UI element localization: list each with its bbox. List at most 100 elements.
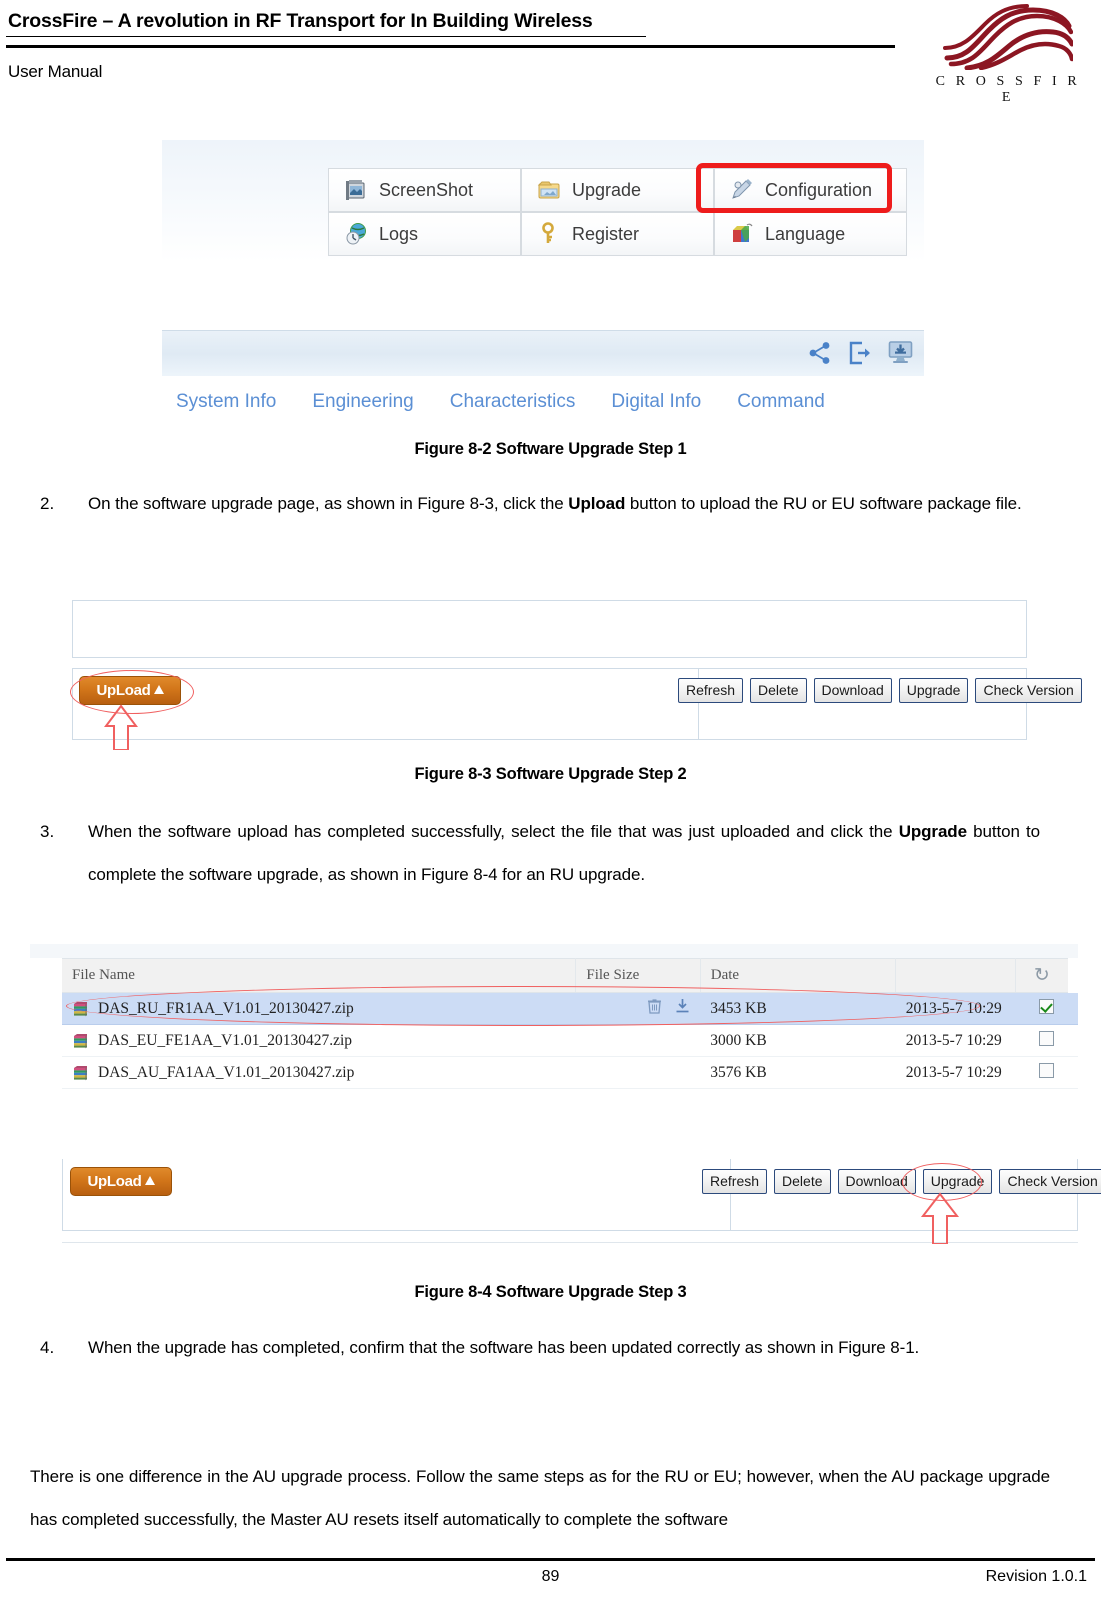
step-3-bold-word: Upgrade bbox=[898, 822, 967, 841]
download-button[interactable]: Download bbox=[813, 678, 892, 703]
header-rule bbox=[6, 45, 895, 48]
menu-button-label: Configuration bbox=[765, 179, 873, 200]
delete-button[interactable]: Delete bbox=[774, 1169, 831, 1194]
table-row[interactable]: DAS_AU_FA1AA_V1.01_20130427.zip 3576 KB … bbox=[62, 1056, 1078, 1089]
check-version-button[interactable]: Check Version bbox=[999, 1169, 1101, 1194]
upload-button[interactable]: UpLoad bbox=[79, 676, 181, 705]
row-checkbox-cell bbox=[1015, 1056, 1068, 1089]
row-spacer-cell bbox=[1068, 1056, 1078, 1089]
figure-8-4-panel: File Name File Size Date ↻ DAS_RU_FR1AA_… bbox=[30, 944, 1101, 1264]
step-2-paragraph: On the software upgrade page, as shown i… bbox=[88, 482, 1040, 525]
menu-button-configuration[interactable]: Configuration bbox=[714, 168, 907, 212]
file-name-text: DAS_AU_FA1AA_V1.01_20130427.zip bbox=[98, 1063, 355, 1081]
step-2-bold-word: Upload bbox=[568, 494, 626, 513]
column-header-select bbox=[895, 958, 1016, 993]
menu-button-label: Upgrade bbox=[572, 179, 642, 200]
row-checkbox-cell bbox=[1015, 992, 1068, 1025]
row-spacer-cell bbox=[1068, 992, 1078, 1025]
table-row[interactable]: DAS_RU_FR1AA_V1.01_20130427.zip 3453 KB … bbox=[62, 992, 1078, 1025]
configuration-pencil-icon bbox=[729, 177, 755, 203]
row-select-checkbox[interactable] bbox=[1039, 998, 1055, 1014]
tab-system-info[interactable]: System Info bbox=[176, 391, 276, 413]
page-number: 89 bbox=[541, 1568, 560, 1585]
logo-wordmark: C R O S S F I R E bbox=[935, 74, 1081, 105]
document-title: CrossFire – A revolution in RF Transport… bbox=[8, 10, 593, 32]
figure-8-2-nav-panel: System Info Engineering Characteristics … bbox=[162, 330, 924, 428]
upload-button[interactable]: UpLoad bbox=[70, 1167, 172, 1196]
row-actions-cell bbox=[575, 992, 701, 1025]
download-to-computer-icon[interactable] bbox=[887, 339, 914, 371]
tab-engineering[interactable]: Engineering bbox=[312, 391, 413, 413]
tab-command[interactable]: Command bbox=[737, 391, 825, 413]
menu-button-logs[interactable]: Logs bbox=[328, 212, 521, 256]
row-actions-cell bbox=[575, 1024, 701, 1057]
row-select-checkbox[interactable] bbox=[1039, 1062, 1055, 1078]
column-header-file-size: File Size bbox=[575, 958, 701, 993]
step-3-paragraph: When the software upload has completed s… bbox=[88, 810, 1040, 896]
file-name-cell: DAS_RU_FR1AA_V1.01_20130427.zip bbox=[62, 992, 576, 1025]
column-header-date: Date bbox=[700, 958, 897, 993]
screenshot-icon bbox=[343, 177, 369, 203]
register-key-icon bbox=[536, 221, 562, 247]
column-header-refresh: ↻ bbox=[1015, 958, 1068, 993]
file-date-cell: 2013-5-7 10:29 bbox=[895, 1024, 1016, 1057]
file-size-cell: 3453 KB bbox=[700, 992, 896, 1025]
download-button[interactable]: Download bbox=[837, 1169, 916, 1194]
refresh-button[interactable]: Refresh bbox=[702, 1169, 768, 1194]
row-select-checkbox[interactable] bbox=[1039, 1030, 1055, 1046]
step-3-number: 3. bbox=[40, 822, 55, 841]
upgrade-button[interactable]: Upgrade bbox=[922, 1169, 993, 1194]
figure-8-3-caption: Figure 8-3 Software Upgrade Step 2 bbox=[414, 765, 687, 783]
menu-button-label: Language bbox=[765, 223, 846, 244]
step-2-text-b: button to upload the RU or EU software p… bbox=[625, 494, 1022, 513]
revision-label: Revision 1.0.1 bbox=[985, 1568, 1087, 1585]
menu-button-screenshot[interactable]: ScreenShot bbox=[328, 168, 521, 212]
closing-paragraph: There is one difference in the AU upgrad… bbox=[30, 1467, 1050, 1529]
menu-button-language[interactable]: Language bbox=[714, 212, 907, 256]
upload-button-label: UpLoad bbox=[87, 1173, 142, 1190]
upgrade-button[interactable]: Upgrade bbox=[898, 678, 969, 703]
menu-button-register[interactable]: Register bbox=[521, 212, 714, 256]
footer-rule bbox=[6, 1558, 1095, 1561]
download-icon[interactable] bbox=[675, 998, 690, 1019]
logs-globe-icon bbox=[343, 221, 369, 247]
refresh-icon[interactable]: ↻ bbox=[1034, 965, 1050, 986]
zip-archive-icon bbox=[72, 1064, 89, 1081]
step-3-text-a: When the software upload has completed s… bbox=[88, 822, 899, 841]
step-2-number: 2. bbox=[40, 494, 55, 513]
share-icon[interactable] bbox=[807, 340, 833, 371]
menu-button-upgrade[interactable]: Upgrade bbox=[521, 168, 714, 212]
figure-8-4-top-strip bbox=[30, 944, 1078, 958]
tab-digital-info[interactable]: Digital Info bbox=[611, 391, 701, 413]
table-header-row: File Name File Size Date ↻ bbox=[62, 958, 1078, 993]
table-row[interactable]: DAS_EU_FE1AA_V1.01_20130427.zip 3000 KB … bbox=[62, 1024, 1078, 1057]
figure-8-4-caption: Figure 8-4 Software Upgrade Step 3 bbox=[414, 1283, 687, 1301]
file-date-cell: 2013-5-7 10:29 bbox=[895, 1056, 1016, 1089]
toolbar-strip bbox=[162, 330, 924, 377]
refresh-button[interactable]: Refresh bbox=[678, 678, 744, 703]
file-name-cell: DAS_EU_FE1AA_V1.01_20130427.zip bbox=[62, 1024, 576, 1057]
delete-button[interactable]: Delete bbox=[750, 678, 807, 703]
menu-button-label: Register bbox=[572, 223, 640, 244]
page-header: CrossFire – A revolution in RF Transport… bbox=[0, 0, 1101, 110]
step-4-paragraph: When the upgrade has completed, confirm … bbox=[88, 1338, 920, 1357]
step-4-number: 4. bbox=[40, 1338, 55, 1357]
upload-arrow-icon bbox=[153, 685, 164, 694]
export-icon[interactable] bbox=[847, 340, 873, 371]
title-underline bbox=[6, 36, 646, 37]
row-actions-cell bbox=[575, 1056, 701, 1089]
upgrade-folder-icon bbox=[536, 177, 562, 203]
upload-arrow-icon bbox=[144, 1176, 155, 1185]
crossfire-logo: C R O S S F I R E bbox=[933, 4, 1083, 105]
upload-button-label: UpLoad bbox=[96, 682, 151, 699]
figure-8-2-caption: Figure 8-2 Software Upgrade Step 1 bbox=[414, 440, 687, 458]
file-name-text: DAS_EU_FE1AA_V1.01_20130427.zip bbox=[98, 1031, 353, 1049]
delete-icon[interactable] bbox=[647, 998, 662, 1019]
check-version-button[interactable]: Check Version bbox=[975, 678, 1082, 703]
tab-characteristics[interactable]: Characteristics bbox=[450, 391, 576, 413]
zip-archive-icon bbox=[72, 1000, 89, 1017]
file-name-text: DAS_RU_FR1AA_V1.01_20130427.zip bbox=[98, 999, 354, 1017]
figure-8-4-empty-area bbox=[62, 1099, 1078, 1160]
zip-archive-icon bbox=[72, 1032, 89, 1049]
file-size-cell: 3576 KB bbox=[700, 1056, 896, 1089]
